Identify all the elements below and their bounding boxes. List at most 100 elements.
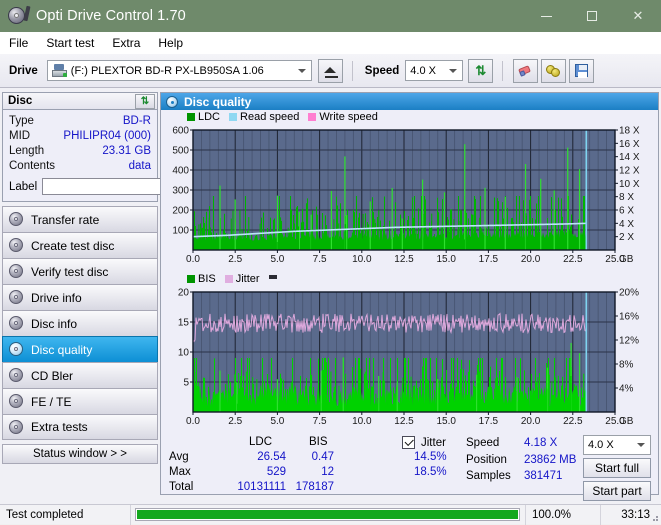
samples-label: Samples — [466, 470, 511, 482]
menu-item-start-test[interactable]: Start test — [46, 34, 103, 52]
svg-text:2 X: 2 X — [619, 232, 634, 243]
chevron-down-icon — [637, 443, 645, 447]
refresh-icon: ⇅ — [475, 62, 487, 78]
legend-label-bis: BIS — [198, 273, 216, 285]
legend-swatch-bis — [187, 275, 195, 283]
sidebar-item-extra-tests[interactable]: Extra tests — [2, 414, 158, 440]
legend-label-jitter: Jitter — [235, 273, 260, 285]
svg-text:4 X: 4 X — [619, 219, 634, 230]
chart-top[interactable]: 100 200 300 400 500 600 2 X 4 X 6 X 8 X 10 X 12 X 14… — [161, 124, 658, 272]
menu-bar: File Start test Extra Help — [0, 32, 661, 54]
start-full-button[interactable]: Start full — [583, 458, 651, 478]
sidebar-item-disc-info[interactable]: Disc info — [2, 310, 158, 336]
elapsed-time: 33:13 — [621, 508, 650, 521]
svg-text:8%: 8% — [619, 360, 634, 371]
svg-text:22.5: 22.5 — [563, 416, 583, 427]
disc-row-contents-value: data — [128, 160, 151, 172]
sidebar-item-fe-te[interactable]: FE / TE — [2, 388, 158, 414]
sidebar-item-label: Disc quality — [31, 342, 93, 357]
close-icon[interactable]: ✕ — [615, 0, 661, 32]
svg-text:5.0: 5.0 — [270, 416, 284, 427]
legend-swatch-ldc — [187, 113, 195, 121]
legend-label-ldc: LDC — [198, 111, 221, 123]
svg-text:12 X: 12 X — [619, 166, 640, 177]
status-message: Test completed — [0, 504, 131, 525]
svg-text:5.0: 5.0 — [270, 254, 284, 265]
speed-stat-value: 4.18 X — [524, 437, 558, 449]
erase-button[interactable] — [513, 58, 539, 83]
svg-text:16%: 16% — [619, 312, 639, 323]
svg-text:4%: 4% — [619, 384, 634, 395]
svg-text:500: 500 — [172, 146, 189, 157]
status-bar: Test completed 100.0% 33:13 — [0, 504, 661, 525]
disc-icon — [9, 394, 24, 409]
sidebar-item-transfer-rate[interactable]: Transfer rate — [2, 206, 158, 232]
svg-text:5: 5 — [183, 378, 189, 389]
svg-text:8 X: 8 X — [619, 192, 634, 203]
speed-select[interactable]: 4.0 X — [405, 60, 464, 81]
disc-row-length: Length 23.31 GB — [9, 144, 151, 159]
refresh-button[interactable]: ⇅ — [468, 58, 494, 83]
minimize-button[interactable] — [523, 0, 569, 32]
menu-item-help[interactable]: Help — [158, 34, 192, 52]
disc-row-mid-key: MID — [9, 130, 31, 142]
app-window: Opti Drive Control 1.70 ✕ File Start tes… — [0, 0, 661, 525]
disc-icon — [9, 316, 24, 331]
sidebar-item-label: Transfer rate — [31, 212, 100, 227]
maximize-button[interactable] — [569, 0, 615, 32]
legend-swatch-write-speed — [308, 113, 317, 121]
chevron-down-icon — [449, 68, 458, 73]
disc-refresh-button[interactable]: ⇅ — [135, 94, 155, 109]
speed-select-value: 4.0 X — [410, 64, 436, 77]
test-speed-select[interactable]: 4.0 X — [583, 435, 651, 455]
jitter-label: Jitter — [421, 437, 446, 449]
menu-item-extra[interactable]: Extra — [112, 34, 149, 52]
sidebar-item-drive-info[interactable]: Drive info — [2, 284, 158, 310]
svg-text:0.0: 0.0 — [186, 254, 200, 265]
chart-top-legend: LDC Read speed Write speed — [161, 110, 658, 124]
disc-row-mid: MID PHILIPR04 (000) — [9, 129, 151, 144]
sidebar-item-verify-test-disc[interactable]: Verify test disc — [2, 258, 158, 284]
sidebar-item-cd-bler[interactable]: CD Bler — [2, 362, 158, 388]
sidebar-item-label: Extra tests — [31, 420, 88, 434]
speed-label: Speed — [364, 64, 400, 77]
disc-icon — [9, 419, 24, 435]
drive-label: Drive — [9, 64, 38, 77]
eject-button[interactable] — [317, 58, 343, 83]
jitter-checkbox[interactable] — [402, 436, 415, 449]
disc-panel-header: Disc ⇅ — [2, 92, 158, 110]
stats-row-avg-bis: 0.47 — [311, 451, 334, 463]
position-label: Position — [466, 454, 507, 466]
jitter-max-value: 18.5% — [414, 466, 447, 478]
svg-text:2.5: 2.5 — [228, 416, 242, 427]
menu-item-file[interactable]: File — [9, 34, 37, 52]
chart-bottom[interactable]: 5 10 15 20 4% 8% 12% 16% 20% 0.0 2.5 5.0 7.5 10.0 12.5… — [161, 286, 658, 434]
svg-text:100: 100 — [172, 226, 189, 237]
legend-marker — [268, 274, 277, 279]
speed-stat-label: Speed — [466, 437, 500, 449]
status-window-button[interactable]: Status window > > — [2, 444, 158, 464]
main-panel-header: Disc quality — [161, 93, 658, 110]
jitter-avg-value: 14.5% — [414, 451, 447, 463]
disc-row-length-key: Length — [9, 145, 45, 157]
page-title: Disc quality — [184, 94, 252, 109]
stats-panel: LDC BIS Avg 26.54 0.47 Max 529 12 Total … — [161, 434, 658, 506]
samples-value: 381471 — [524, 470, 563, 482]
save-button[interactable] — [569, 58, 595, 83]
disc-row-contents: Contents data — [9, 159, 151, 174]
sidebar-item-label: CD Bler — [31, 368, 74, 383]
sidebar-item-disc-quality[interactable]: Disc quality — [2, 336, 158, 362]
bitsetting-button[interactable] — [541, 58, 567, 83]
svg-text:10.0: 10.0 — [352, 416, 372, 427]
stats-header-bis: BIS — [309, 436, 328, 448]
title-bar: Opti Drive Control 1.70 ✕ — [0, 0, 661, 32]
disc-label-key: Label — [9, 180, 38, 193]
stats-row-max-label: Max — [169, 466, 191, 478]
disc-row-contents-key: Contents — [9, 160, 56, 172]
drive-select[interactable]: (F:) PLEXTOR BD-R PX-LB950SA 1.06 — [46, 60, 312, 81]
sidebar-item-create-test-disc[interactable]: Create test disc — [2, 232, 158, 258]
start-part-button[interactable]: Start part — [583, 481, 651, 501]
main-panel: Disc quality LDC Read speed Write speed … — [160, 92, 659, 501]
svg-text:200: 200 — [172, 206, 189, 217]
resize-grip[interactable] — [649, 512, 659, 522]
